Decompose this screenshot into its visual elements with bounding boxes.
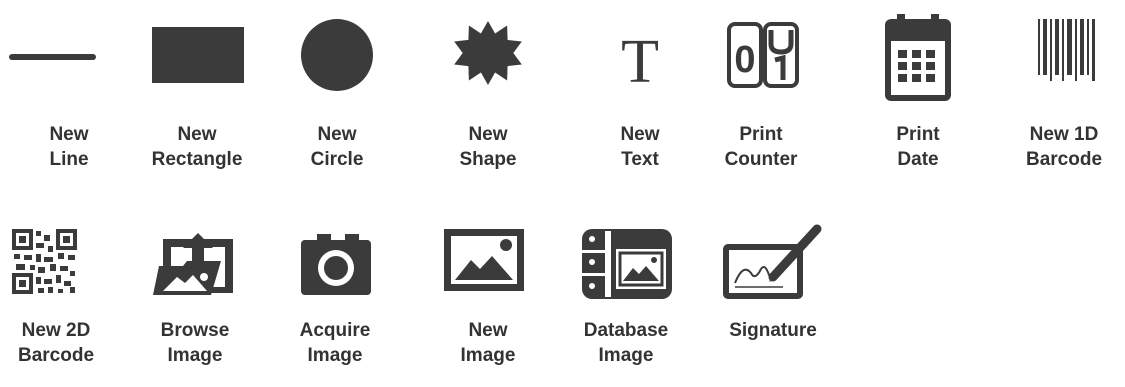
folder-image-upload-icon [125,211,265,321]
new-1d-barcode-label: New 1D Barcode [1025,124,1103,170]
qr-code-icon [0,211,126,321]
new-rectangle-label: New Rectangle [151,124,243,170]
calendar-icon [848,0,988,110]
signature-pad-icon [703,211,843,321]
barcode-icon [994,0,1125,110]
print-counter-label: Print Counter [724,124,798,170]
text-t-icon: T [570,0,710,110]
signature-label: Signature [729,320,817,341]
database-image-label: Database Image [583,320,669,366]
rectangle-icon [127,0,267,110]
new-line-label: New Line [49,124,89,170]
counter-icon: 0 [691,0,831,110]
print-date-label: Print Date [896,124,940,170]
database-image-icon [556,211,696,321]
counter-digit: 0 [734,39,755,81]
camera-icon [265,211,405,321]
picture-icon [418,211,558,321]
new-2d-barcode-label: New 2D Barcode [17,320,95,366]
new-image-label: New Image [460,320,516,366]
text-glyph: T [621,28,659,96]
new-circle-label: New Circle [310,124,364,170]
browse-image-label: Browse Image [160,320,230,366]
new-text-label: New Text [620,124,660,170]
star-shape-icon [418,0,558,110]
circle-icon [267,0,407,110]
line-icon [0,0,139,110]
acquire-image-label: Acquire Image [299,320,371,366]
new-shape-label: New Shape [459,124,517,170]
